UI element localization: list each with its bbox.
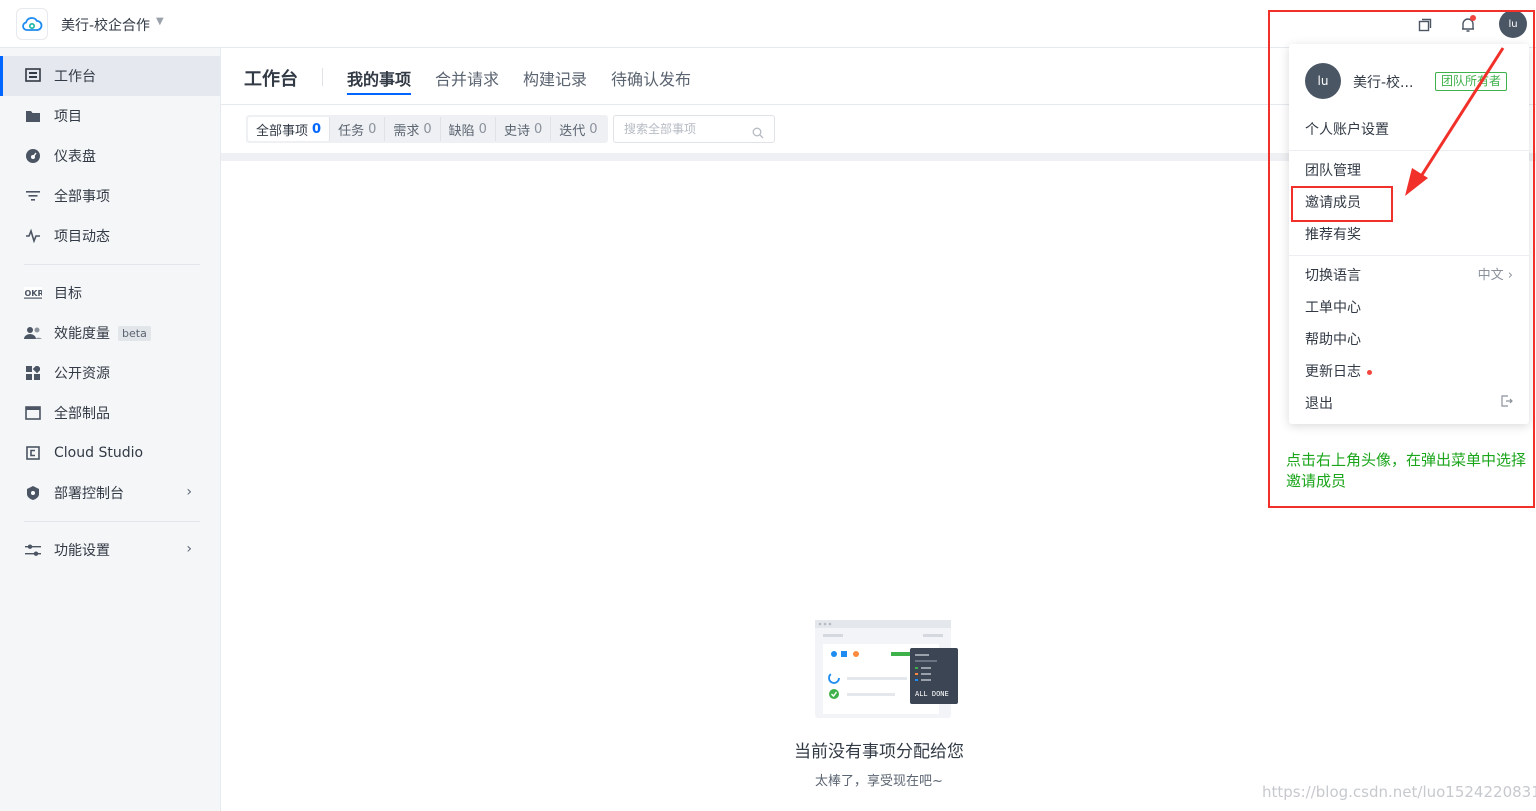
caret-down-icon[interactable]: ▼ [156,16,164,27]
beta-badge: beta [118,325,151,341]
users-icon [24,324,42,342]
workbench-icon [24,67,42,85]
filter-epics[interactable]: 史诗 0 [496,117,552,141]
sidebar-item-label: 仪表盘 [54,149,96,165]
settings-icon [24,541,42,559]
deploy-icon [24,484,42,502]
sidebar-item-label: 部署控制台 [54,486,124,502]
sidebar-item-label: 目标 [54,286,82,302]
watermark: https://blog.csdn.net/luo15242208310 [1262,783,1536,801]
annotation-instruction: 点击右上角头像，在弹出菜单中选择邀请成员 [1286,451,1527,490]
sidebar-item-all-issues[interactable]: 全部事项 [0,176,220,216]
sidebar-item-label: Cloud Studio [54,445,144,461]
filter-icon [24,187,42,205]
cloud-logo-icon [22,17,43,31]
sidebar-item-workbench[interactable]: 工作台 [0,56,220,96]
sidebar-item-label: 全部事项 [54,189,110,205]
okr-icon: OKR [24,284,42,302]
sidebar-item-label: 效能度量 [54,326,110,342]
sidebar-item-public-resources[interactable]: 公开资源 [0,353,220,393]
grid-icon [24,364,42,382]
chevron-right-icon: › [186,484,192,500]
sidebar: 工作台 项目 仪表盘 全部事项 项目动态 OKR 目标 效能度量 beta 公开… [0,48,221,811]
filter-iterations[interactable]: 迭代 0 [551,117,605,141]
sidebar-item-label: 工作台 [54,69,96,85]
page-title: 工作台 [244,69,298,90]
cloud-studio-icon [24,444,42,462]
sidebar-divider [24,264,200,265]
activity-icon [24,227,42,245]
search-icon [752,122,764,148]
annotation-highlight-box [1268,10,1535,508]
search-input[interactable]: 搜索全部事项 [613,115,775,143]
svg-text:OKR: OKR [25,289,43,298]
sidebar-item-label: 功能设置 [54,543,110,559]
sidebar-item-deploy-console[interactable]: 部署控制台 › [0,473,220,513]
filter-requirements[interactable]: 需求 0 [385,117,441,141]
tab-my-issues[interactable]: 我的事项 [347,66,412,95]
sidebar-item-cloud-studio[interactable]: Cloud Studio [0,433,220,473]
sidebar-item-label: 项目动态 [54,229,110,245]
app-logo[interactable] [16,8,48,40]
sidebar-item-dashboard[interactable]: 仪表盘 [0,136,220,176]
illus-text: ALL DONE [915,690,949,698]
empty-state-illustration: ALL DONE [815,620,958,718]
tab-merge-requests[interactable]: 合并请求 [435,66,499,95]
tab-build-records[interactable]: 构建记录 [523,66,587,95]
empty-state-title: 当前没有事项分配给您 [794,742,964,762]
sidebar-item-feature-settings[interactable]: 功能设置 › [0,530,220,570]
issue-type-filter: 全部事项 0 任务 0 需求 0 缺陷 0 史诗 0 迭代 0 [246,115,608,143]
sidebar-item-goals[interactable]: OKR 目标 [0,273,220,313]
folder-icon [24,107,42,125]
dashboard-icon [24,147,42,165]
sidebar-item-project-activity[interactable]: 项目动态 [0,216,220,256]
filter-tasks[interactable]: 任务 0 [330,117,386,141]
header-divider [322,68,323,86]
sidebar-item-label: 全部制品 [54,406,110,422]
team-switcher[interactable]: 美行-校企合作 [61,15,150,35]
artifact-icon [24,404,42,422]
empty-state-subtitle: 太棒了，享受现在吧~ [815,774,943,789]
filter-defects[interactable]: 缺陷 0 [441,117,496,141]
sidebar-divider [24,521,200,522]
filter-all-issues[interactable]: 全部事项 0 [248,117,331,141]
sidebar-item-label: 项目 [54,109,82,125]
sidebar-item-artifacts[interactable]: 全部制品 [0,393,220,433]
sidebar-item-label: 公开资源 [54,366,110,382]
tab-pending-releases[interactable]: 待确认发布 [611,66,691,95]
sidebar-item-efficiency[interactable]: 效能度量 beta [0,313,220,353]
sidebar-item-projects[interactable]: 项目 [0,96,220,136]
annotation-invite-box [1291,186,1393,222]
chevron-right-icon: › [186,541,192,557]
